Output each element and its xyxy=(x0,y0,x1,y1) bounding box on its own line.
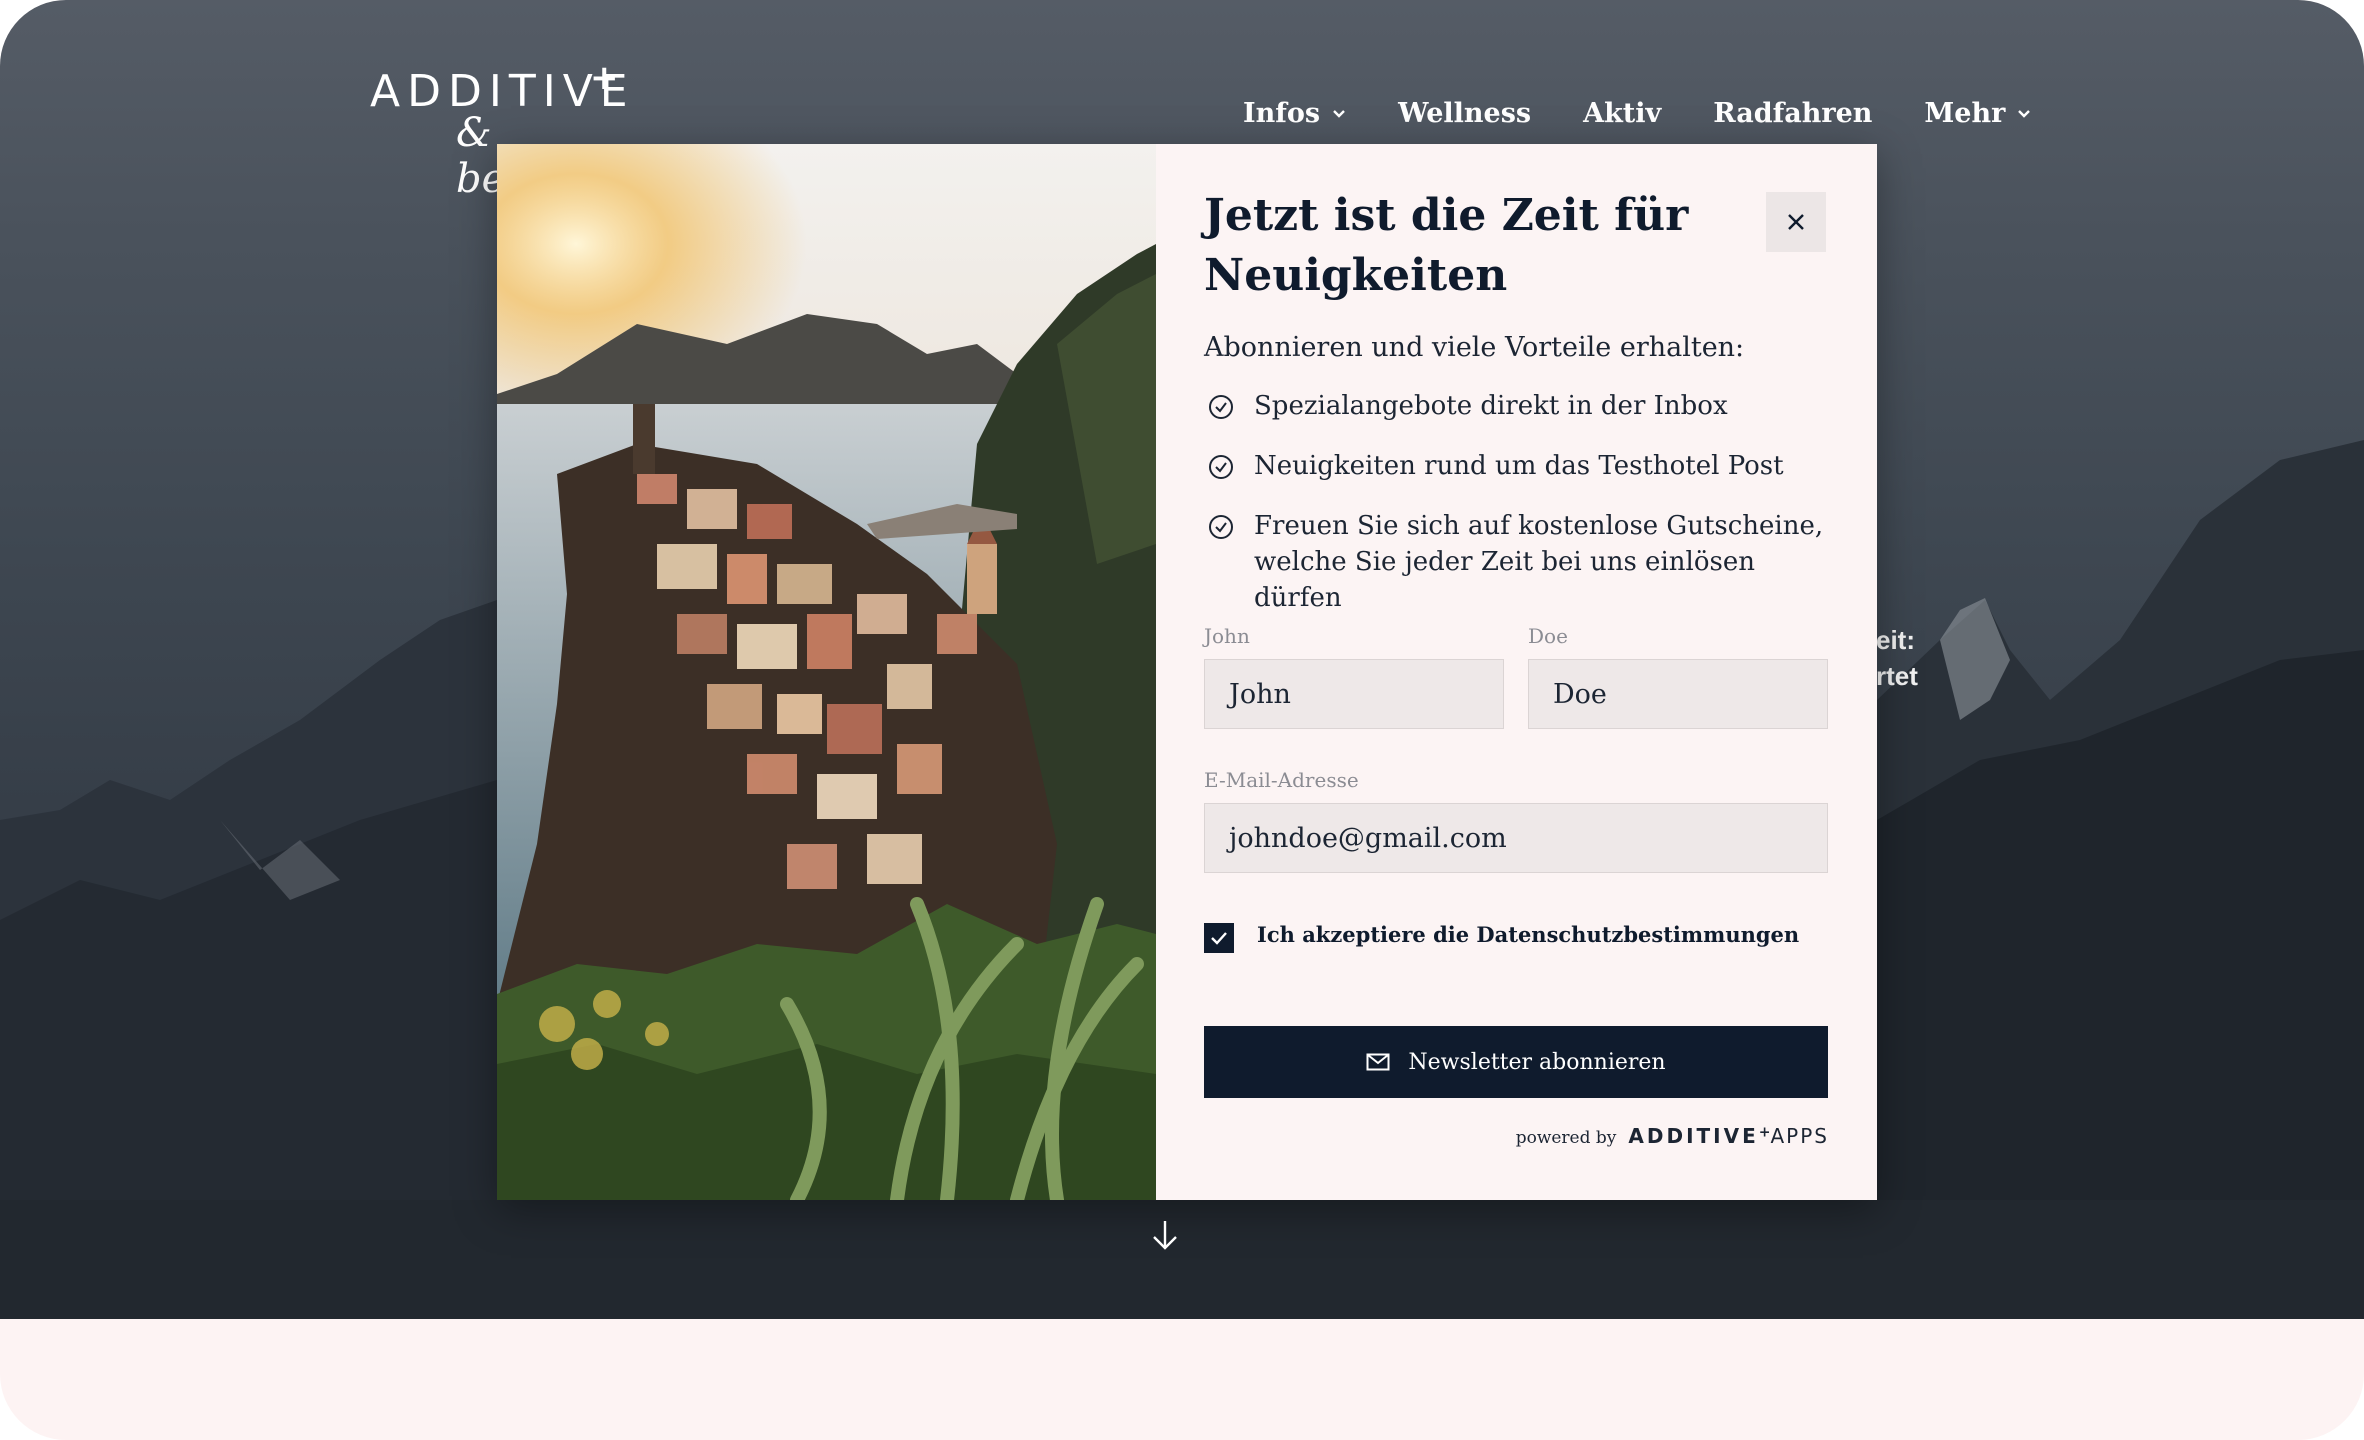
list-item: Freuen Sie sich auf kostenlose Gutschein… xyxy=(1208,508,1848,616)
check-circle-icon xyxy=(1209,515,1233,539)
benefit-text: Neuigkeiten rund um das Testhotel Post xyxy=(1254,451,1784,481)
nav-item-label: Radfahren xyxy=(1713,98,1873,129)
benefit-text: Freuen Sie sich auf kostenlose Gutschein… xyxy=(1254,511,1824,613)
list-item: Spezialangebote direkt in der Inbox xyxy=(1208,388,1848,424)
benefits-list: Spezialangebote direkt in der Inbox Neui… xyxy=(1208,388,1848,640)
last-name-field[interactable]: Doe xyxy=(1528,659,1828,729)
powered-brand-word: ADDITIVE xyxy=(1628,1124,1759,1148)
page-frame: eit: rtet ADDITIVE + & beyond Infos Well… xyxy=(0,0,2364,1440)
last-name-label: Doe xyxy=(1528,624,1568,648)
modal-landscape-image xyxy=(497,144,1156,1200)
arrow-down-icon[interactable] xyxy=(1150,1218,1180,1252)
nav-item-wellness[interactable]: Wellness xyxy=(1398,98,1531,129)
hero-partial-text: eit: rtet xyxy=(1876,622,1918,694)
powered-apps-word: APPS xyxy=(1770,1124,1829,1148)
benefit-text: Spezialangebote direkt in der Inbox xyxy=(1254,391,1728,421)
subscribe-button[interactable]: Newsletter abonnieren xyxy=(1204,1026,1828,1098)
consent-label[interactable]: Ich akzeptiere die Datenschutzbestimmung… xyxy=(1257,922,1799,947)
powered-brand-plus: + xyxy=(1758,1124,1771,1141)
nav-item-infos[interactable]: Infos xyxy=(1243,98,1346,129)
mail-icon xyxy=(1366,1053,1390,1071)
email-value: johndoe@gmail.com xyxy=(1229,822,1507,854)
powered-by-text: powered by xyxy=(1515,1128,1617,1148)
modal-subtitle: Abonnieren und viele Vorteile erhalten: xyxy=(1204,332,1745,363)
check-circle-icon xyxy=(1209,455,1233,479)
nav-item-label: Infos xyxy=(1243,98,1321,129)
list-item: Neuigkeiten rund um das Testhotel Post xyxy=(1208,448,1848,484)
modal-title: Jetzt ist die Zeit für Neuigkeiten xyxy=(1204,190,1689,301)
powered-by-footer: powered by ADDITIVE+APPS xyxy=(1516,1124,1829,1148)
hero-text-line-1: eit: xyxy=(1876,625,1915,655)
consent-checkbox[interactable] xyxy=(1204,923,1234,953)
first-name-value: John xyxy=(1229,678,1291,710)
chevron-down-icon xyxy=(2018,109,2031,118)
checkmark-icon xyxy=(1211,932,1227,945)
newsletter-form-panel: Jetzt ist die Zeit für Neuigkeiten Abonn… xyxy=(1156,144,1877,1200)
check-circle-icon xyxy=(1209,395,1233,419)
nav-item-mehr[interactable]: Mehr xyxy=(1924,98,2031,129)
subscribe-button-label: Newsletter abonnieren xyxy=(1408,1049,1666,1075)
nav-item-label: Aktiv xyxy=(1583,98,1662,129)
nav-item-radfahren[interactable]: Radfahren xyxy=(1713,98,1872,129)
hero-text-line-2: rtet xyxy=(1876,661,1918,691)
email-label: E-Mail-Adresse xyxy=(1204,768,1359,792)
nav-item-aktiv[interactable]: Aktiv xyxy=(1583,98,1661,129)
powered-by-brand[interactable]: ADDITIVE+APPS xyxy=(1628,1124,1829,1148)
nav-item-label: Wellness xyxy=(1398,98,1532,129)
logo-plus: + xyxy=(590,58,619,98)
first-name-field[interactable]: John xyxy=(1204,659,1504,729)
nav-item-label: Mehr xyxy=(1924,98,2006,129)
close-button[interactable] xyxy=(1766,192,1826,252)
first-name-label: John xyxy=(1204,624,1250,648)
chevron-down-icon xyxy=(1333,109,1345,118)
main-navigation: Infos Wellness Aktiv Radfahren Mehr xyxy=(1243,98,2083,129)
last-name-value: Doe xyxy=(1553,678,1607,710)
newsletter-modal: Jetzt ist die Zeit für Neuigkeiten Abonn… xyxy=(497,144,1877,1200)
coastal-village-illustration xyxy=(497,144,1156,1200)
close-icon xyxy=(1788,214,1804,230)
email-field[interactable]: johndoe@gmail.com xyxy=(1204,803,1828,873)
